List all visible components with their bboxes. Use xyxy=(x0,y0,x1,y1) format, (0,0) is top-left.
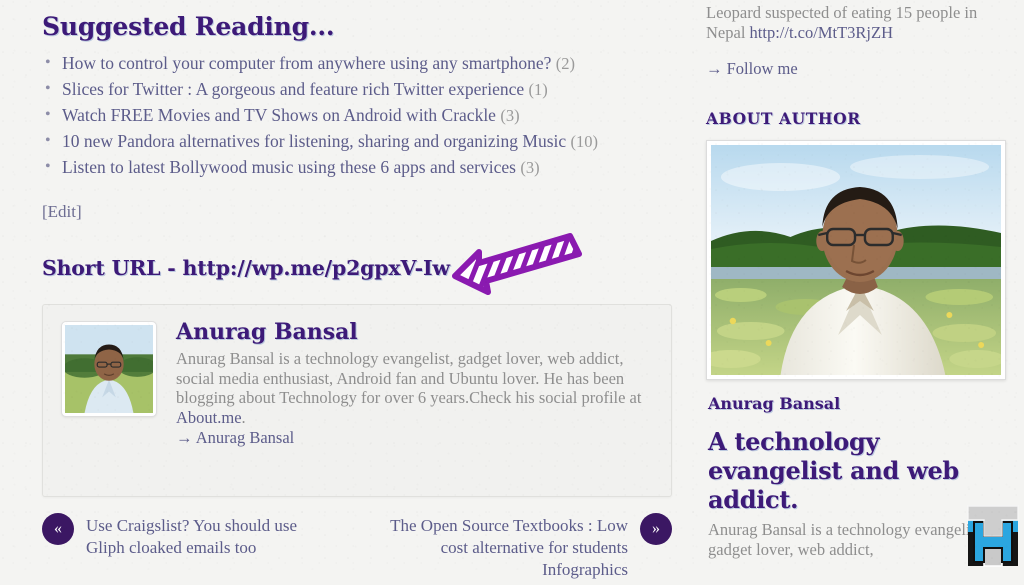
author-tagline: A technology evangelist and web addict. xyxy=(708,427,959,514)
bio-text-before: Anurag Bansal is a technology evangelist… xyxy=(176,349,642,407)
list-item[interactable]: Watch FREE Movies and TV Shows on Androi… xyxy=(45,102,680,128)
short-url-label[interactable]: Short URL - http://wp.me/p2gpxV-Iw xyxy=(42,256,450,280)
previous-post-link[interactable]: Use Craigslist? You should use Gliph clo… xyxy=(86,516,297,557)
previous-post-button[interactable]: « xyxy=(42,513,74,545)
page-title: Suggested Reading... xyxy=(42,12,335,41)
th-logo-icon[interactable] xyxy=(962,502,1024,570)
author-caption-link[interactable]: Anurag Bansal xyxy=(708,394,840,413)
comment-count: (1) xyxy=(528,80,548,99)
short-url-row: Short URL - http://wp.me/p2gpxV-Iw xyxy=(42,233,680,295)
bio-text-after: . xyxy=(241,407,246,427)
bio-body: Anurag Bansal Anurag Bansal is a technol… xyxy=(176,319,666,448)
avatar[interactable] xyxy=(61,321,157,417)
about-author-heading: About Author xyxy=(706,109,861,128)
post-navigation: « Use Craigslist? You should use Gliph c… xyxy=(42,513,672,585)
follow-me-row[interactable]: → Follow me xyxy=(706,59,1008,79)
latest-tweet: Leopard suspected of eating 15 people in… xyxy=(706,3,1008,43)
avatar-portrait-image xyxy=(65,325,153,413)
author-bio-box: Anurag Bansal Anurag Bansal is a technol… xyxy=(42,304,672,497)
bio-description: Anurag Bansal is a technology evangelist… xyxy=(176,349,666,427)
bio-follow-row[interactable]: → Anurag Bansal xyxy=(176,428,666,448)
suggested-link[interactable]: Watch FREE Movies and TV Shows on Androi… xyxy=(62,105,496,125)
page-root: Suggested Reading... How to control your… xyxy=(0,0,1024,579)
follow-me-link[interactable]: Follow me xyxy=(727,59,798,78)
arrow-right-icon: → xyxy=(706,59,727,78)
author-portrait-image xyxy=(711,145,1001,375)
next-post-button[interactable]: » xyxy=(640,513,672,545)
list-item[interactable]: 10 new Pandora alternatives for listenin… xyxy=(45,128,680,154)
edit-link-wrapper[interactable]: [Edit] xyxy=(42,202,680,222)
bio-follow-link[interactable]: Anurag Bansal xyxy=(196,428,295,447)
suggested-reading-list: How to control your computer from anywhe… xyxy=(40,50,680,180)
tweet-url-link[interactable]: http://t.co/MtT3RjZH xyxy=(750,23,893,42)
suggested-link[interactable]: Slices for Twitter : A gorgeous and feat… xyxy=(62,79,524,99)
aboutme-link[interactable]: About.me xyxy=(176,408,242,427)
suggested-link[interactable]: How to control your computer from anywhe… xyxy=(62,53,551,73)
suggested-link[interactable]: Listen to latest Bollywood music using t… xyxy=(62,157,516,177)
edit-link[interactable]: [Edit] xyxy=(42,202,82,221)
comment-count: (10) xyxy=(570,132,599,151)
list-item[interactable]: Listen to latest Bollywood music using t… xyxy=(45,154,680,180)
bio-author-name: Anurag Bansal xyxy=(176,319,358,345)
sidebar: Leopard suspected of eating 15 people in… xyxy=(706,0,1008,560)
comment-count: (3) xyxy=(520,158,540,177)
main-content-column: Suggested Reading... How to control your… xyxy=(40,0,680,585)
next-post-link-wrapper[interactable]: The Open Source Textbooks : Low cost alt… xyxy=(370,515,628,581)
list-item[interactable]: How to control your computer from anywhe… xyxy=(45,50,680,76)
hand-drawn-arrow-icon xyxy=(452,232,582,298)
suggested-link[interactable]: 10 new Pandora alternatives for listenin… xyxy=(62,131,566,151)
comment-count: (3) xyxy=(500,106,520,125)
arrow-right-icon: → xyxy=(176,428,196,447)
list-item[interactable]: Slices for Twitter : A gorgeous and feat… xyxy=(45,76,680,102)
author-photo[interactable] xyxy=(706,140,1006,380)
author-photo-caption[interactable]: Anurag Bansal xyxy=(708,394,1008,413)
previous-post-link-wrapper[interactable]: Use Craigslist? You should use Gliph clo… xyxy=(86,515,336,559)
comment-count: (2) xyxy=(555,54,576,73)
